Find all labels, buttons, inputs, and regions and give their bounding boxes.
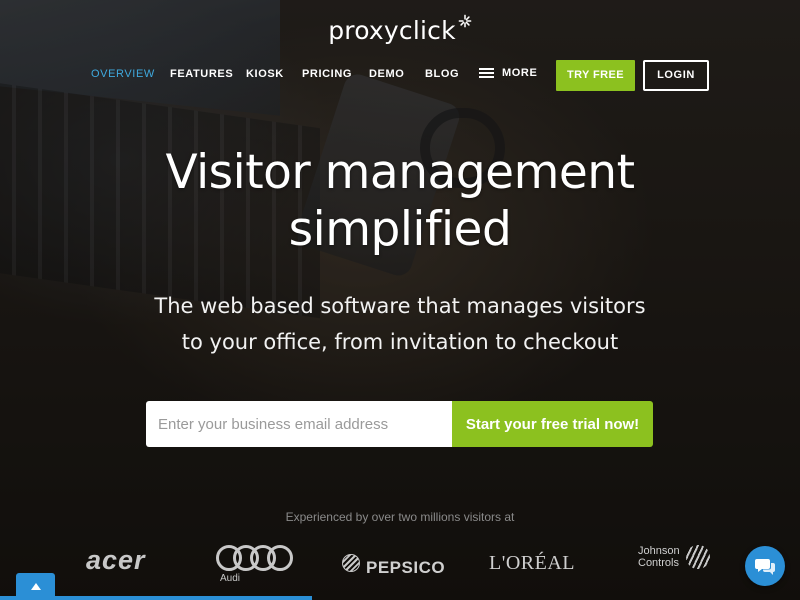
johnson-controls-mark-icon — [685, 545, 710, 569]
hero-subheading-line-2: to your office, from invitation to check… — [181, 330, 619, 354]
clients-caption: Experienced by over two millions visitor… — [285, 510, 515, 524]
nav-item-features[interactable]: FEATURES — [170, 68, 233, 80]
nav-item-kiosk[interactable]: KIOSK — [246, 68, 284, 80]
nav-more-label: MORE — [502, 66, 538, 79]
audi-logo: Audi — [216, 545, 293, 585]
signup-form: Start your free trial now! — [146, 401, 653, 447]
chat-widget-button[interactable] — [745, 546, 785, 586]
chat-bubbles-icon — [755, 559, 775, 575]
hero-subheading-line-1: The web based software that manages visi… — [154, 294, 646, 318]
hero-headline-line-2: simplified — [288, 202, 512, 257]
business-email-input[interactable] — [146, 401, 452, 447]
hero-headline: Visitor management simplified — [0, 144, 800, 258]
loreal-logo: L'ORÉAL — [489, 552, 575, 574]
nav-item-pricing[interactable]: PRICING — [302, 68, 352, 80]
johnson-controls-logo: Johnson Controls — [638, 545, 710, 569]
acer-logo: acer — [86, 545, 146, 575]
nav-item-demo[interactable]: DEMO — [369, 68, 404, 80]
scroll-progress-bar — [0, 596, 312, 600]
hamburger-menu-icon — [479, 66, 494, 80]
site-logo[interactable]: proxyclick — [0, 14, 800, 45]
start-free-trial-button[interactable]: Start your free trial now! — [452, 401, 653, 447]
pepsico-logo: PEPSICO — [342, 548, 445, 578]
pepsico-globe-icon — [342, 554, 360, 572]
try-free-button[interactable]: TRY FREE — [556, 60, 635, 91]
johnson-controls-line-1: Johnson — [638, 545, 680, 557]
hero-subheading: The web based software that manages visi… — [0, 288, 800, 360]
logo-sunburst-icon — [458, 14, 472, 28]
nav-item-blog[interactable]: BLOG — [425, 68, 459, 80]
pepsico-logo-text: PEPSICO — [366, 558, 446, 577]
arrow-up-icon — [30, 583, 41, 590]
logo-text: proxyclick — [328, 16, 456, 45]
login-button[interactable]: LOGIN — [643, 60, 709, 91]
audi-logo-text: Audi — [220, 573, 241, 584]
audi-rings-icon — [216, 545, 293, 571]
hero-headline-line-1: Visitor management — [165, 145, 635, 200]
johnson-controls-line-2: Controls — [638, 557, 679, 569]
main-nav: OVERVIEW FEATURES KIOSK PRICING DEMO BLO… — [0, 60, 800, 91]
nav-item-more[interactable]: MORE — [479, 66, 537, 80]
nav-item-overview[interactable]: OVERVIEW — [91, 68, 155, 80]
johnson-controls-text: Johnson Controls — [638, 545, 680, 569]
